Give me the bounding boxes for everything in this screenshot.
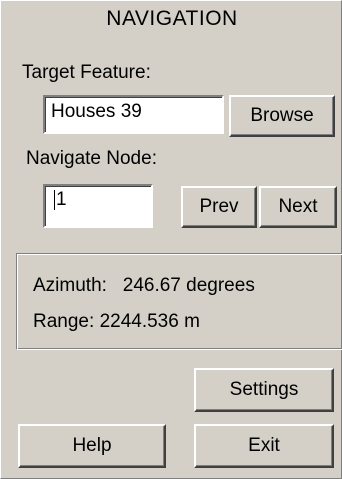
text-cursor [54, 190, 55, 210]
azimuth-readout: Azimuth: 246.67 degrees [33, 275, 255, 297]
next-button[interactable]: Next [259, 186, 337, 228]
node-number-value: 1 [56, 189, 67, 210]
azimuth-label: Azimuth: [33, 275, 107, 296]
navigation-panel: NAVIGATION Target Feature: Houses 39 Bro… [0, 0, 342, 479]
position-info-box: Azimuth: 246.67 degrees Range: 2244.536 … [16, 253, 342, 350]
range-readout: Range: 2244.536 m [33, 311, 200, 333]
range-label: Range: [33, 311, 95, 332]
azimuth-value: 246.67 degrees [122, 275, 255, 296]
navigate-node-label: Navigate Node: [26, 148, 157, 169]
target-feature-field[interactable]: Houses 39 [43, 95, 224, 134]
range-value: 2244.536 m [99, 311, 200, 332]
target-feature-label: Target Feature: [22, 62, 151, 83]
prev-button[interactable]: Prev [181, 186, 257, 228]
panel-title: NAVIGATION [106, 7, 238, 30]
settings-button[interactable]: Settings [194, 368, 334, 412]
help-button[interactable]: Help [18, 424, 166, 468]
browse-button[interactable]: Browse [229, 95, 335, 137]
exit-button[interactable]: Exit [194, 424, 334, 468]
node-number-field[interactable]: 1 [43, 184, 153, 228]
